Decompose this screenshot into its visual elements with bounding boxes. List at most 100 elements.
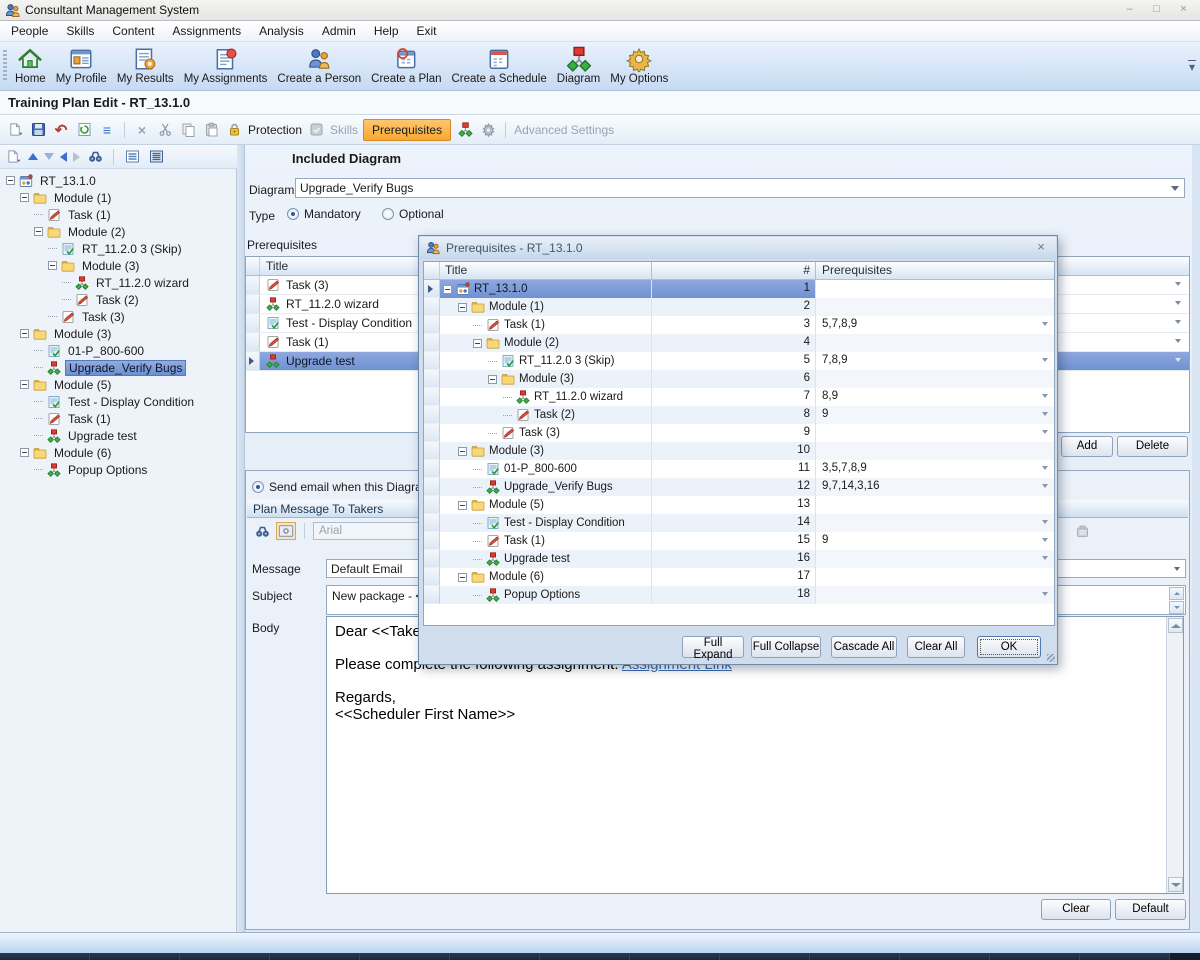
expand-toggle-icon[interactable]: [20, 193, 29, 202]
save-icon[interactable]: [29, 121, 47, 139]
toolbar-overflow-chevron-icon[interactable]: ▾: [1186, 60, 1198, 74]
dialog-row-prerequisites[interactable]: [816, 298, 1054, 316]
dialog-row-prerequisites[interactable]: [816, 424, 1054, 442]
paste-icon[interactable]: [202, 121, 220, 139]
tree-item-module-6[interactable]: Module (6): [2, 444, 235, 461]
tree-item-test-display-condition[interactable]: Test - Display Condition: [2, 393, 235, 410]
tree-item-task-1[interactable]: Task (1): [2, 410, 235, 427]
expand-toggle-icon[interactable]: [20, 329, 29, 338]
body-scrollbar[interactable]: [1166, 617, 1183, 893]
expand-toggle-icon[interactable]: [458, 303, 467, 312]
delete-button[interactable]: Delete: [1117, 436, 1188, 457]
tree-item-task-2[interactable]: Task (2): [2, 291, 235, 308]
dialog-row-prerequisites[interactable]: 9: [816, 406, 1054, 424]
dialog-button-cascade-all[interactable]: Cascade All: [831, 636, 897, 658]
dialog-row-module-3[interactable]: Module (3)10: [424, 442, 1054, 460]
row-selector[interactable]: [424, 460, 440, 478]
move-down-icon[interactable]: [44, 153, 54, 160]
row-selector[interactable]: [246, 276, 260, 294]
chevron-down-icon[interactable]: [1175, 282, 1181, 286]
title-column-header[interactable]: Title: [440, 262, 652, 279]
dialog-row-upgrade-verify-bugs[interactable]: Upgrade_Verify Bugs129,7,14,3,16: [424, 478, 1054, 496]
toolbar-create-a-person[interactable]: Create a Person: [272, 44, 366, 86]
dialog-row-module-5[interactable]: Module (5)13: [424, 496, 1054, 514]
dialog-button-full-collapse[interactable]: Full Collapse: [751, 636, 821, 658]
dialog-row-01-p-800-600[interactable]: 01-P_800-600113,5,7,8,9: [424, 460, 1054, 478]
mandatory-radio[interactable]: Mandatory: [287, 207, 361, 221]
chevron-down-icon[interactable]: [1042, 538, 1048, 542]
copy-icon[interactable]: [179, 121, 197, 139]
expand-toggle-icon[interactable]: [473, 339, 482, 348]
default-button[interactable]: Default: [1115, 899, 1186, 920]
find-binoculars-icon[interactable]: [86, 148, 104, 166]
toolbar-diagram[interactable]: Diagram: [552, 44, 605, 86]
row-selector[interactable]: [424, 424, 440, 442]
toolbar-home[interactable]: Home: [10, 44, 51, 86]
tree-item-upgrade-verify-bugs[interactable]: Upgrade_Verify Bugs: [2, 359, 235, 376]
menu-help[interactable]: Help: [365, 22, 408, 40]
optional-radio[interactable]: Optional: [382, 207, 444, 221]
dialog-row-prerequisites[interactable]: [816, 334, 1054, 352]
row-selector[interactable]: [246, 333, 260, 351]
chevron-down-icon[interactable]: [1175, 358, 1181, 362]
pane-splitter[interactable]: [237, 145, 245, 932]
dialog-row-prerequisites[interactable]: [816, 550, 1054, 568]
expand-toggle-icon[interactable]: [458, 501, 467, 510]
dialog-row-prerequisites[interactable]: 9: [816, 532, 1054, 550]
expand-toggle-icon[interactable]: [458, 573, 467, 582]
scroll-down-icon[interactable]: [1168, 877, 1183, 892]
row-selector[interactable]: [424, 316, 440, 334]
row-selector[interactable]: [424, 478, 440, 496]
dialog-row-prerequisites[interactable]: [816, 496, 1054, 514]
row-selector[interactable]: [424, 352, 440, 370]
list-view-icon[interactable]: [123, 148, 141, 166]
minimize-icon[interactable]: –: [1121, 3, 1138, 17]
dialog-row-prerequisites[interactable]: 5,7,8,9: [816, 316, 1054, 334]
tree-item-module-3[interactable]: Module (3): [2, 257, 235, 274]
tree-item-rt-11-2-0-3-skip[interactable]: RT_11.2.0 3 (Skip): [2, 240, 235, 257]
dialog-row-task-3[interactable]: Task (3)9: [424, 424, 1054, 442]
chevron-down-icon[interactable]: [1042, 466, 1048, 470]
tree-item-module-3[interactable]: Module (3): [2, 325, 235, 342]
diagram-icon[interactable]: [456, 121, 474, 139]
chevron-down-icon[interactable]: [1042, 358, 1048, 362]
row-selector[interactable]: [424, 568, 440, 586]
toolbar-grip[interactable]: [3, 50, 7, 82]
row-selector[interactable]: [424, 370, 440, 388]
cut-icon[interactable]: [156, 121, 174, 139]
dialog-row-task-2[interactable]: Task (2)89: [424, 406, 1054, 424]
row-selector[interactable]: [246, 295, 260, 313]
dialog-close-icon[interactable]: ×: [1032, 239, 1050, 255]
chevron-down-icon[interactable]: [1042, 592, 1048, 596]
dialog-row-module-6[interactable]: Module (6)17: [424, 568, 1054, 586]
row-selector[interactable]: [246, 314, 260, 332]
chevron-down-icon[interactable]: [1042, 412, 1048, 416]
tree-item-module-5[interactable]: Module (5): [2, 376, 235, 393]
dialog-row-rt-11-2-0-wizard[interactable]: RT_11.2.0 wizard78,9: [424, 388, 1054, 406]
toolbar-create-a-plan[interactable]: Create a Plan: [366, 44, 446, 86]
row-selector[interactable]: [424, 514, 440, 532]
dialog-button-clear-all[interactable]: Clear All: [907, 636, 965, 658]
dialog-row-prerequisites[interactable]: 8,9: [816, 388, 1054, 406]
menu-exit[interactable]: Exit: [408, 22, 446, 40]
dialog-row-prerequisites[interactable]: [816, 370, 1054, 388]
tree-item-upgrade-test[interactable]: Upgrade test: [2, 427, 235, 444]
row-selector[interactable]: [424, 334, 440, 352]
preview-toggle-icon[interactable]: [276, 522, 296, 540]
dialog-row-rt-13-1-0[interactable]: RT_13.1.01: [424, 280, 1054, 298]
menu-assignments[interactable]: Assignments: [163, 22, 250, 40]
menu-admin[interactable]: Admin: [313, 22, 365, 40]
properties-list-icon[interactable]: ≡: [98, 121, 116, 139]
dialog-row-module-3[interactable]: Module (3)6: [424, 370, 1054, 388]
toolbar-my-options[interactable]: My Options: [605, 44, 673, 86]
number-column-header[interactable]: #: [652, 262, 816, 279]
undo-icon[interactable]: ↶: [52, 121, 70, 139]
skills-button[interactable]: Skills: [330, 123, 358, 137]
close-icon[interactable]: ×: [1175, 3, 1192, 17]
detail-view-icon[interactable]: [147, 148, 165, 166]
expand-toggle-icon[interactable]: [20, 448, 29, 457]
toolbar-my-assignments[interactable]: My Assignments: [179, 44, 273, 86]
protection-button[interactable]: Protection: [248, 123, 302, 137]
maximize-icon[interactable]: □: [1148, 3, 1165, 17]
menu-skills[interactable]: Skills: [57, 22, 103, 40]
